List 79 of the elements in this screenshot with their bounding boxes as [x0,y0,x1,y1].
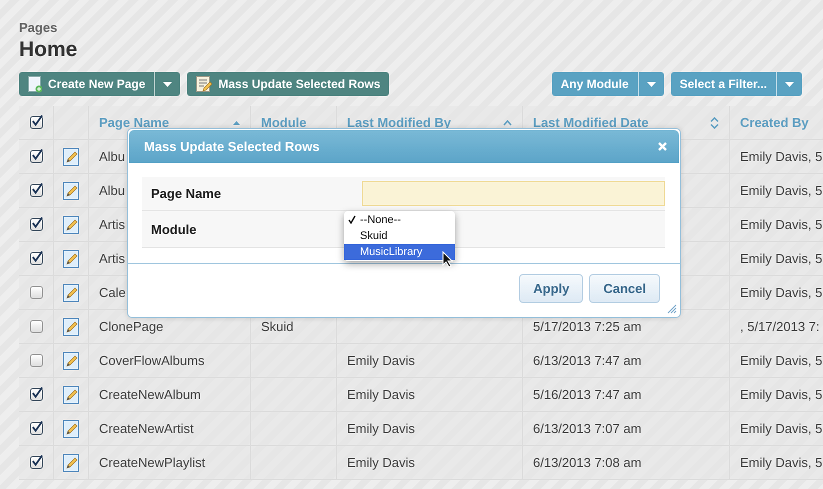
checkbox[interactable] [30,218,42,231]
menu-option[interactable]: Skuid [344,228,455,244]
toolbar-button[interactable]: Select a Filter... [670,72,776,96]
table-cell: Cale [99,285,126,300]
table-cell: Emily Davis, 5 [740,149,822,164]
table-cell: Emily Davis [347,455,415,470]
checkbox[interactable] [30,320,42,333]
checkbox[interactable] [30,150,42,163]
edit-page-icon [63,148,79,166]
dropdown-button[interactable] [154,72,180,96]
dialog-title: Mass Update Selected Rows [144,139,320,154]
table-cell: Emily Davis [347,421,415,436]
table-cell: 6/13/2013 7:08 am [533,455,642,470]
checkbox[interactable] [30,354,42,367]
table-cell: 6/13/2013 7:47 am [533,353,642,368]
table-cell: Emily Davis, 5 [740,183,822,198]
field-label: Module [150,222,198,236]
checkbox[interactable] [30,388,42,401]
sort-icon [710,116,719,128]
table-cell: Artis [99,217,125,232]
column-header[interactable]: Created By [730,106,823,140]
caret-icon [646,82,656,86]
edit-page-icon [63,352,79,370]
page-title: Home [19,38,78,62]
dialog-button[interactable]: Cancel [589,274,660,303]
table-cell: Emily Davis, 5 [740,251,822,266]
toolbar-button[interactable]: Any Module [552,72,638,96]
input-field[interactable] [362,181,665,206]
table-cell: Artis [99,251,125,266]
table-cell: Emily Davis, 5 [740,217,822,232]
field-label: Page Name [150,186,222,201]
table-cell: 6/13/2013 7:07 am [533,421,642,436]
table-cell: Emily Davis [347,387,415,402]
sort-ascending-icon [503,120,512,126]
checkbox[interactable] [30,116,42,129]
table-cell: Emily Davis, 5 [740,455,822,470]
toolbar-button[interactable]: Create New Page [19,72,154,96]
table-cell: ClonePage [99,319,164,334]
new-page-icon [28,76,42,92]
caret-icon [785,82,794,86]
edit-page-icon [63,284,79,302]
table-cell: Emily Davis, 5 [740,285,822,300]
table-cell: Albu [99,149,126,164]
checkbox[interactable] [30,422,42,435]
toolbar-button[interactable]: Mass Update Selected Rows [187,72,390,96]
table-cell: CreateNewAlbum [99,387,201,402]
breadcrumb: Pages [19,20,58,35]
table-cell: Albu [99,183,126,198]
menu-option[interactable]: MusicLibrary [344,244,455,260]
table-cell: 5/16/2013 7:47 am [533,387,642,402]
table-cell: Emily Davis [347,353,415,368]
dropdown-button[interactable] [638,72,664,96]
dialog-button[interactable]: Apply [519,274,584,303]
checkbox[interactable] [30,286,42,299]
checkbox[interactable] [30,252,42,265]
checkbox[interactable] [30,456,42,469]
caret-icon [163,82,172,86]
edit-page-icon [63,216,79,234]
edit-page-icon [63,182,79,200]
edit-page-icon [63,318,79,336]
checkbox[interactable] [30,184,42,197]
table-cell: Emily Davis, 5 [740,421,822,436]
edit-page-icon [63,454,79,472]
edit-page-icon [63,386,79,404]
table-cell: CreateNewArtist [99,421,194,436]
edit-page-icon [63,250,79,268]
resize-grip-icon [667,304,677,314]
table-cell: Emily Davis, 5 [740,387,822,402]
menu-option[interactable]: --None-- [344,212,455,228]
edit-page-icon [63,420,79,438]
table-cell: CreateNewPlaylist [99,455,206,470]
table-cell: CoverFlowAlbums [99,353,204,368]
edit-list-icon [196,76,212,92]
table-cell: Emily Davis, 5 [740,353,822,368]
table-cell: 5/17/2013 7:25 am [533,319,642,334]
dropdown-button[interactable] [776,72,802,96]
table-cell: , 5/17/2013 7: [740,319,820,334]
sort-ascending-icon [233,120,240,124]
table-cell: Skuid [261,319,294,334]
